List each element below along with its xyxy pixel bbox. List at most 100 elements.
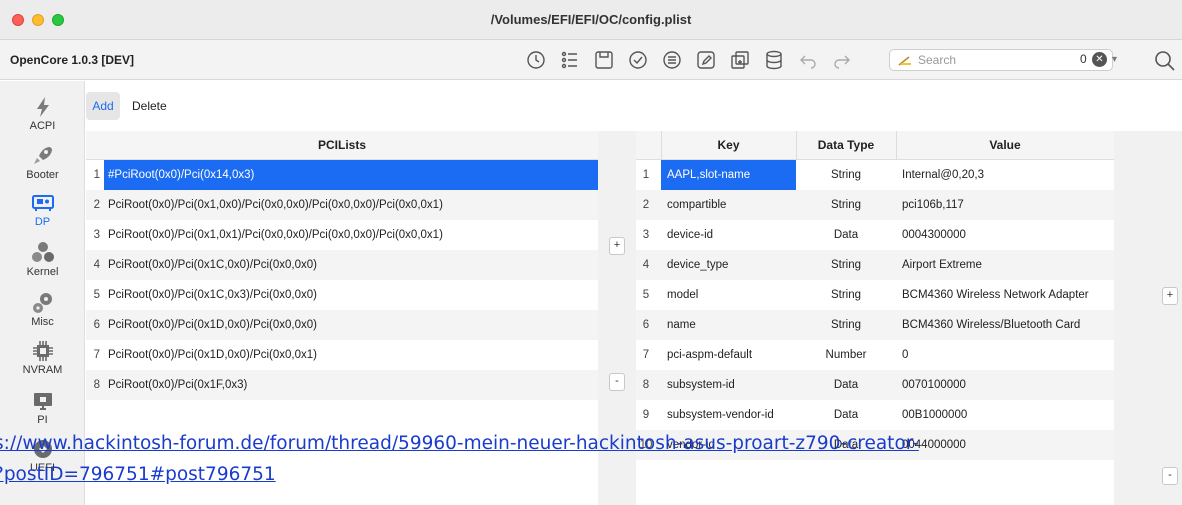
property-type[interactable]: String [796,160,896,190]
column-header-data-type[interactable]: Data Type [796,131,896,160]
table-row[interactable]: 2 PciRoot(0x0)/Pci(0x1,0x0)/Pci(0x0,0x0)/… [86,190,598,220]
title-bar: /Volumes/EFI/EFI/OC/config.plist [0,0,1182,40]
property-value[interactable]: BCM4360 Wireless Network Adapter [896,280,1114,310]
toolbar: OpenCore 1.0.3 [DEV] Search 0 ✕ ▾ [0,40,1182,80]
sidebar-item-pi[interactable]: PI [0,383,85,433]
undo-icon[interactable] [796,48,820,72]
sidebar-item-kernel[interactable]: Kernel [0,235,85,285]
row-value[interactable]: PciRoot(0x0)/Pci(0x1D,0x0)/Pci(0x0,0x1) [104,340,598,370]
row-value[interactable]: PciRoot(0x0)/Pci(0x1C,0x3)/Pci(0x0,0x0) [104,280,598,310]
remove-row-button[interactable]: - [1162,467,1178,485]
property-key[interactable]: name [661,310,796,340]
monitor-icon [31,389,55,413]
row-index: 5 [642,289,650,301]
sidebar-item-acpi[interactable]: ACPI [0,89,85,139]
database-icon[interactable] [762,48,786,72]
delete-button[interactable]: Delete [126,92,173,120]
save-icon[interactable] [592,48,616,72]
column-header-value[interactable]: Value [896,131,1114,160]
property-value[interactable]: 0 [896,340,1114,370]
forum-link-overlay[interactable]: s://www.hackintosh-forum.de/forum/thread… [0,428,1134,490]
list-icon[interactable] [558,48,582,72]
redo-icon[interactable] [830,48,854,72]
row-index: 8 [93,379,100,391]
property-type[interactable]: Data [796,370,896,400]
property-key[interactable]: pci-aspm-default [661,340,796,370]
row-index: 8 [642,379,650,391]
property-value[interactable]: 0070100000 [896,370,1114,400]
column-header-key[interactable]: Key [661,131,796,160]
sidebar-item-booter[interactable]: Booter [0,138,85,188]
table-row[interactable]: 3 device-id Data 0004300000 [636,220,1114,250]
table-row[interactable]: 5 model String BCM4360 Wireless Network Ada… [636,280,1114,310]
table-row[interactable]: 4 PciRoot(0x0)/Pci(0x1C,0x0)/Pci(0x0,0x0) [86,250,598,280]
search-input[interactable] [918,52,1058,68]
checkmark-icon[interactable] [626,48,650,72]
property-value[interactable]: Internal@0,20,3 [896,160,1114,190]
sidebar-item-label: Booter [26,169,59,181]
property-type[interactable]: Data [796,400,896,430]
property-type[interactable]: String [796,310,896,340]
property-value[interactable]: 0004300000 [896,220,1114,250]
property-type[interactable]: Data [796,220,896,250]
property-value[interactable]: pci106b,117 [896,190,1114,220]
search-icon[interactable] [1154,50,1176,72]
property-key[interactable]: model [661,280,796,310]
table-row[interactable]: 5 PciRoot(0x0)/Pci(0x1C,0x3)/Pci(0x0,0x0) [86,280,598,310]
property-key[interactable]: AAPL,slot-name [661,160,796,190]
property-key[interactable]: subsystem-vendor-id [661,400,796,430]
row-value[interactable]: PciRoot(0x0)/Pci(0x1C,0x0)/Pci(0x0,0x0) [104,250,598,280]
table-row[interactable]: 1 AAPL,slot-name String Internal@0,20,3 [636,160,1114,190]
property-key[interactable]: compartible [661,190,796,220]
table-row[interactable]: 8 subsystem-id Data 0070100000 [636,370,1114,400]
table-row[interactable]: 8 PciRoot(0x0)/Pci(0x1F,0x3) [86,370,598,400]
search-result-count: 0 [1080,52,1087,66]
sidebar-item-dp[interactable]: DP [0,185,85,235]
clock-icon[interactable] [524,48,548,72]
gears-icon [31,291,55,315]
add-button[interactable]: Add [86,92,120,120]
edit-doc-icon[interactable] [694,48,718,72]
clear-search-icon[interactable]: ✕ [1092,52,1107,67]
sidebar-item-misc[interactable]: Misc [0,285,85,335]
property-type[interactable]: String [796,190,896,220]
table-row[interactable]: 7 PciRoot(0x0)/Pci(0x1D,0x0)/Pci(0x0,0x1) [86,340,598,370]
property-type[interactable]: Number [796,340,896,370]
row-value[interactable]: PciRoot(0x0)/Pci(0x1,0x0)/Pci(0x0,0x0)/P… [104,190,598,220]
row-value[interactable]: PciRoot(0x0)/Pci(0x1F,0x3) [104,370,598,400]
add-row-button[interactable]: + [1162,287,1178,305]
property-key[interactable]: device-id [661,220,796,250]
table-row[interactable]: 1 #PciRoot(0x0)/Pci(0x14,0x3) [86,160,598,190]
table-row[interactable]: 4 device_type String Airport Extreme [636,250,1114,280]
search-options-chevron-icon[interactable]: ▾ [1112,54,1117,65]
menu-list-icon[interactable] [660,48,684,72]
row-index: 4 [642,259,650,271]
add-property-button[interactable]: + [609,237,625,255]
row-value[interactable]: PciRoot(0x0)/Pci(0x1D,0x0)/Pci(0x0,0x0) [104,310,598,340]
remove-property-button[interactable]: - [609,373,625,391]
sidebar-item-label: PI [37,414,48,426]
property-key[interactable]: device_type [661,250,796,280]
table-row[interactable]: 3 PciRoot(0x0)/Pci(0x1,0x1)/Pci(0x0,0x0)/… [86,220,598,250]
table-row[interactable]: 6 name String BCM4360 Wireless/Bluetooth Ca… [636,310,1114,340]
row-value[interactable]: #PciRoot(0x0)/Pci(0x14,0x3) [104,160,598,190]
property-type[interactable]: String [796,250,896,280]
duplicate-icon[interactable] [728,48,752,72]
rocket-icon [31,144,55,168]
row-value[interactable]: PciRoot(0x0)/Pci(0x1,0x1)/Pci(0x0,0x0)/P… [104,220,598,250]
pci-lists-body: 1 #PciRoot(0x0)/Pci(0x14,0x3) 2 PciRoot(0x… [86,160,598,400]
sidebar-item-label: NVRAM [22,364,63,376]
table-row[interactable]: 9 subsystem-vendor-id Data 00B1000000 [636,400,1114,430]
property-value[interactable]: Airport Extreme [896,250,1114,280]
table-row[interactable]: 2 compartible String pci106b,117 [636,190,1114,220]
sidebar-item-nvram[interactable]: NVRAM [0,333,85,383]
table-row[interactable]: 6 PciRoot(0x0)/Pci(0x1D,0x0)/Pci(0x0,0x0) [86,310,598,340]
property-value[interactable]: BCM4360 Wireless/Bluetooth Card [896,310,1114,340]
property-type[interactable]: String [796,280,896,310]
search-scope-icon [898,56,911,66]
table-row[interactable]: 7 pci-aspm-default Number 0 [636,340,1114,370]
row-index: 1 [93,169,100,181]
property-value[interactable]: 00B1000000 [896,400,1114,430]
property-key[interactable]: subsystem-id [661,370,796,400]
row-index: 6 [93,319,100,331]
